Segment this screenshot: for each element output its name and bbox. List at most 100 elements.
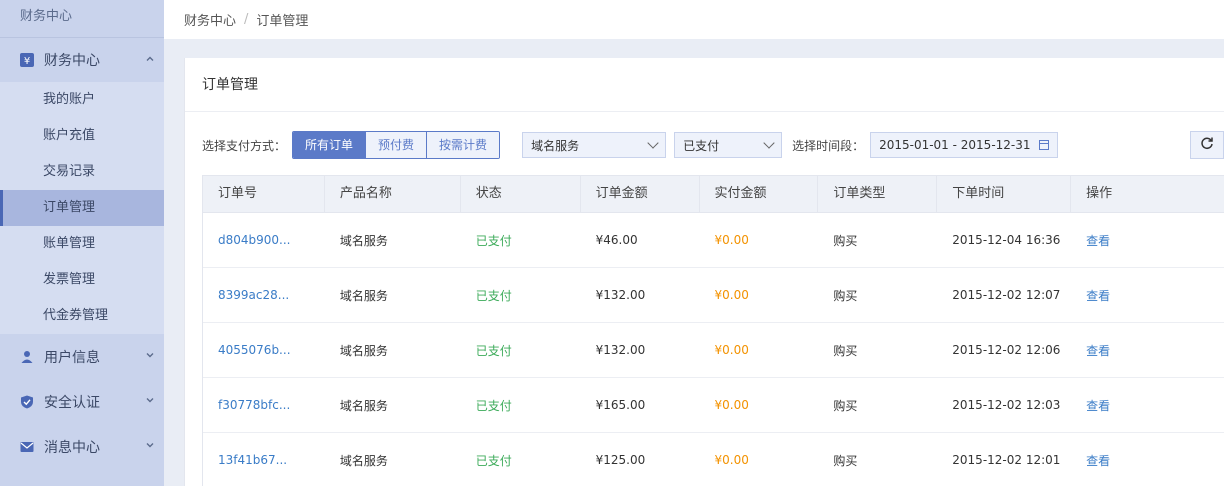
mail-icon xyxy=(20,440,34,454)
table-row: 4055076b... 域名服务 已支付 ¥132.00 ¥0.00 购买 20… xyxy=(203,323,1224,378)
column-header[interactable]: 状态 xyxy=(461,176,581,212)
orders-table: 订单号 产品名称 状态 订单金额 实付金额 订单类型 下单时间 操作 d804b… xyxy=(202,175,1224,486)
sidebar-item-invoices[interactable]: 发票管理 xyxy=(0,262,164,298)
order-time: 2015-12-02 12:07 xyxy=(952,288,1061,302)
order-amount: ¥165.00 xyxy=(595,398,646,412)
order-id-link[interactable]: d804b900... xyxy=(203,213,325,267)
sidebar-group-security[interactable]: 安全认证 xyxy=(0,379,164,424)
order-id-link[interactable]: 8399ac28... xyxy=(203,268,325,322)
sidebar-group-messages[interactable]: 消息中心 xyxy=(0,424,164,469)
shield-icon xyxy=(20,395,34,409)
order-time: 2015-12-02 12:06 xyxy=(952,343,1061,357)
sidebar-item-recharge[interactable]: 账户充值 xyxy=(0,118,164,154)
sidebar-group-label: 用户信息 xyxy=(44,349,100,366)
status-badge: 已支付 xyxy=(475,343,512,358)
calendar-icon xyxy=(1038,140,1049,150)
status-select-value: 已支付 xyxy=(683,138,720,153)
pay-method-toggle: 所有订单 预付费 按需计费 xyxy=(292,131,501,159)
chevron-down-icon[interactable] xyxy=(136,395,164,408)
order-type: 购买 xyxy=(833,453,858,468)
table-row: d804b900... 域名服务 已支付 ¥46.00 ¥0.00 购买 201… xyxy=(203,213,1224,268)
view-link[interactable]: 查看 xyxy=(1071,323,1224,377)
time-range-label: 选择时间段： xyxy=(792,138,865,153)
sidebar-group-label: 财务中心 xyxy=(44,53,100,69)
column-header[interactable]: 实付金额 xyxy=(700,176,819,212)
product-name: 域名服务 xyxy=(339,233,388,248)
sidebar-item-bills[interactable]: 账单管理 xyxy=(0,226,164,262)
user-icon xyxy=(20,350,34,364)
yen-icon: ¥ xyxy=(20,53,34,67)
chevron-down-icon[interactable] xyxy=(136,440,164,453)
column-header[interactable]: 操作 xyxy=(1071,176,1224,212)
sidebar-item-orders[interactable]: 订单管理 xyxy=(0,190,164,226)
filter-bar: 选择支付方式： 所有订单 预付费 按需计费 域名服务 已支付 选择时间段： 20… xyxy=(202,131,1224,159)
sidebar-group-user[interactable]: 用户信息 xyxy=(0,334,164,379)
refresh-icon xyxy=(1200,136,1214,154)
chevron-down-icon xyxy=(647,137,659,149)
paid-amount: ¥0.00 xyxy=(714,453,749,467)
view-link[interactable]: 查看 xyxy=(1071,378,1224,432)
view-link[interactable]: 查看 xyxy=(1071,213,1224,267)
table-row: f30778bfc... 域名服务 已支付 ¥165.00 ¥0.00 购买 2… xyxy=(203,378,1224,433)
order-type: 购买 xyxy=(833,343,858,358)
sidebar: 财务中心 ¥ 财务中心 我的账户 账户充值 交易记录 订单管理 账单管理 发票管… xyxy=(0,0,164,486)
svg-text:¥: ¥ xyxy=(24,56,30,67)
date-range-value: 2015-01-01 - 2015-12-31 xyxy=(879,138,1031,152)
order-amount: ¥132.00 xyxy=(595,288,646,302)
order-time: 2015-12-02 12:01 xyxy=(952,453,1061,467)
product-name: 域名服务 xyxy=(339,343,388,358)
order-type: 购买 xyxy=(833,233,858,248)
page-title: 订单管理 xyxy=(185,58,1224,112)
paid-amount: ¥0.00 xyxy=(714,288,749,302)
sidebar-title: 财务中心 xyxy=(0,0,164,38)
orders-card: 订单管理 选择支付方式： 所有订单 预付费 按需计费 域名服务 已支付 选择时间… xyxy=(184,58,1224,486)
order-type: 购买 xyxy=(833,288,858,303)
order-id-link[interactable]: 4055076b... xyxy=(203,323,325,377)
order-amount: ¥125.00 xyxy=(595,453,646,467)
order-amount: ¥46.00 xyxy=(595,233,638,247)
table-row: 8399ac28... 域名服务 已支付 ¥132.00 ¥0.00 购买 20… xyxy=(203,268,1224,323)
order-amount: ¥132.00 xyxy=(595,343,646,357)
breadcrumb: 财务中心 / 订单管理 xyxy=(164,0,1224,39)
paid-amount: ¥0.00 xyxy=(714,233,749,247)
breadcrumb-current: 订单管理 xyxy=(256,14,309,29)
chevron-down-icon[interactable] xyxy=(136,350,164,363)
status-badge: 已支付 xyxy=(475,233,512,248)
product-select-value: 域名服务 xyxy=(531,138,580,153)
sidebar-group-label: 安全认证 xyxy=(44,394,100,411)
pay-option-all[interactable]: 所有订单 xyxy=(293,132,367,158)
pay-option-on-demand[interactable]: 按需计费 xyxy=(427,132,500,158)
paid-amount: ¥0.00 xyxy=(714,343,749,357)
order-id-link[interactable]: f30778bfc... xyxy=(203,378,325,432)
pay-method-label: 选择支付方式： xyxy=(202,138,287,153)
column-header[interactable]: 订单金额 xyxy=(581,176,700,212)
sidebar-group-finance[interactable]: ¥ 财务中心 xyxy=(0,38,164,82)
status-badge: 已支付 xyxy=(475,398,512,413)
paid-amount: ¥0.00 xyxy=(714,398,749,412)
table-header: 订单号 产品名称 状态 订单金额 实付金额 订单类型 下单时间 操作 xyxy=(203,175,1224,213)
sidebar-item-vouchers[interactable]: 代金券管理 xyxy=(0,298,164,334)
sidebar-group-label: 消息中心 xyxy=(44,439,100,456)
breadcrumb-separator: / xyxy=(244,12,249,27)
column-header[interactable]: 产品名称 xyxy=(325,176,461,212)
column-header[interactable]: 下单时间 xyxy=(937,176,1072,212)
breadcrumb-root[interactable]: 财务中心 xyxy=(184,10,236,29)
finance-submenu: 我的账户 账户充值 交易记录 订单管理 账单管理 发票管理 代金券管理 xyxy=(0,82,164,334)
product-name: 域名服务 xyxy=(339,288,388,303)
status-badge: 已支付 xyxy=(475,453,512,468)
sidebar-item-transactions[interactable]: 交易记录 xyxy=(0,154,164,190)
table-row: 13f41b67... 域名服务 已支付 ¥125.00 ¥0.00 购买 20… xyxy=(203,433,1224,486)
view-link[interactable]: 查看 xyxy=(1071,268,1224,322)
column-header[interactable]: 订单类型 xyxy=(818,176,938,212)
view-link[interactable]: 查看 xyxy=(1071,433,1224,486)
status-select[interactable]: 已支付 xyxy=(674,132,783,158)
chevron-up-icon[interactable] xyxy=(136,54,164,67)
sidebar-item-my-account[interactable]: 我的账户 xyxy=(0,82,164,118)
order-id-link[interactable]: 13f41b67... xyxy=(203,433,325,486)
column-header[interactable]: 订单号 xyxy=(203,176,325,212)
product-select[interactable]: 域名服务 xyxy=(522,132,667,158)
product-name: 域名服务 xyxy=(339,453,388,468)
refresh-button[interactable] xyxy=(1190,131,1224,159)
pay-option-prepaid[interactable]: 预付费 xyxy=(366,132,428,158)
date-range-picker[interactable]: 2015-01-01 - 2015-12-31 xyxy=(870,132,1058,158)
